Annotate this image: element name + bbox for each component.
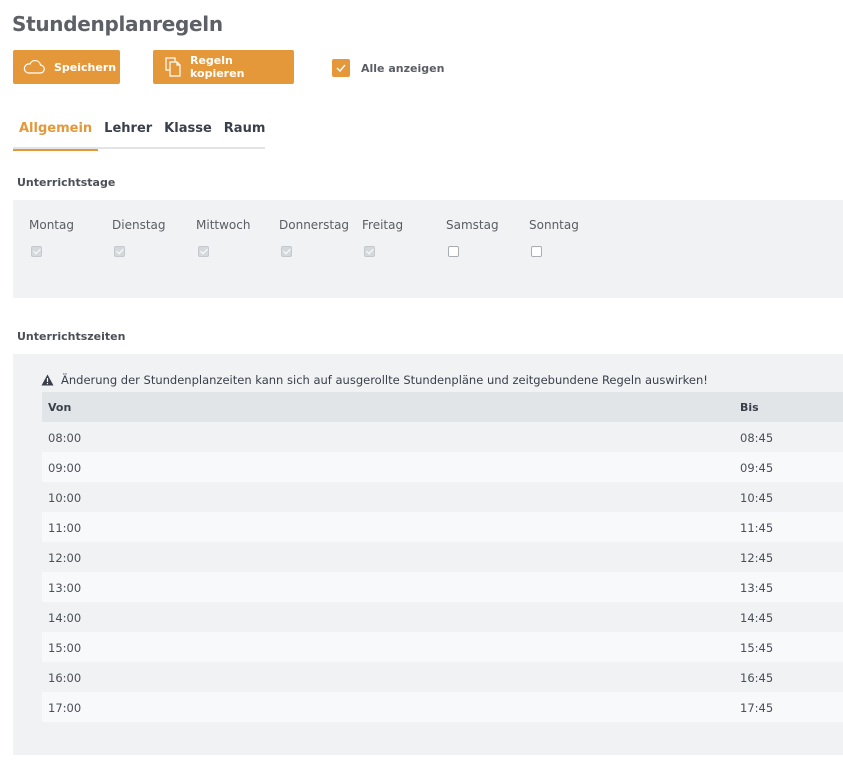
warning-message: Änderung der Stundenplanzeiten kann sich… <box>41 373 708 387</box>
tab-allgemein[interactable]: Allgemein <box>13 118 99 151</box>
column-header-bis: Bis <box>740 401 759 414</box>
day-checkbox[interactable] <box>448 246 459 257</box>
copy-rules-button[interactable]: Regeln kopieren <box>153 50 294 84</box>
show-all-checkbox[interactable] <box>332 59 350 77</box>
show-all-label: Alle anzeigen <box>361 61 445 75</box>
table-row[interactable]: 10:00 10:45 <box>42 482 843 512</box>
day-samstag: Samstag <box>446 218 499 257</box>
save-button-label: Speichern <box>54 60 117 74</box>
time-from: 11:00 <box>48 521 82 535</box>
day-label: Montag <box>29 218 74 232</box>
time-from: 16:00 <box>48 671 82 685</box>
warning-text: Änderung der Stundenplanzeiten kann sich… <box>61 373 708 387</box>
time-from: 10:00 <box>48 491 82 505</box>
day-montag: Montag <box>29 218 74 257</box>
copy-icon <box>165 57 181 77</box>
time-from: 13:00 <box>48 581 82 595</box>
table-row[interactable]: 13:00 13:45 <box>42 572 843 602</box>
time-to: 15:45 <box>740 641 774 655</box>
teaching-days-heading: Unterrichtstage <box>17 176 116 189</box>
time-from: 17:00 <box>48 701 82 715</box>
day-freitag: Freitag <box>362 218 404 257</box>
copy-rules-button-label: Regeln kopieren <box>190 54 245 80</box>
tab-lehrer[interactable]: Lehrer <box>98 118 158 149</box>
time-from: 09:00 <box>48 461 82 475</box>
time-from: 08:00 <box>48 431 82 445</box>
time-to: 16:45 <box>740 671 774 685</box>
time-to: 14:45 <box>740 611 774 625</box>
day-label: Dienstag <box>112 218 166 232</box>
column-header-von: Von <box>48 401 72 414</box>
day-label: Freitag <box>362 218 404 232</box>
tab-bar: Allgemein Lehrer Klasse Raum <box>13 118 265 151</box>
day-checkbox[interactable] <box>114 246 125 257</box>
day-checkbox[interactable] <box>31 246 42 257</box>
day-checkbox[interactable] <box>531 246 542 257</box>
times-table: Von Bis 08:00 08:45 09:00 09:45 10:00 10… <box>42 392 843 722</box>
time-to: 11:45 <box>740 521 774 535</box>
time-from: 15:00 <box>48 641 82 655</box>
table-row[interactable]: 15:00 15:45 <box>42 632 843 662</box>
check-icon <box>336 64 346 72</box>
day-checkbox[interactable] <box>281 246 292 257</box>
table-row[interactable]: 17:00 17:45 <box>42 692 843 722</box>
cloud-icon <box>23 60 45 74</box>
teaching-times-panel: Änderung der Stundenplanzeiten kann sich… <box>13 354 843 755</box>
time-from: 12:00 <box>48 551 82 565</box>
time-to: 10:45 <box>740 491 774 505</box>
save-button[interactable]: Speichern <box>13 50 120 84</box>
time-from: 14:00 <box>48 611 82 625</box>
warning-icon <box>41 374 54 386</box>
teaching-days-panel: Montag Dienstag Mittwoch Donnerstag Frei… <box>13 200 843 298</box>
page-title: Stundenplanregeln <box>12 12 223 36</box>
table-row[interactable]: 09:00 09:45 <box>42 452 843 482</box>
day-label: Samstag <box>446 218 499 232</box>
time-to: 17:45 <box>740 701 774 715</box>
time-to: 13:45 <box>740 581 774 595</box>
day-sonntag: Sonntag <box>529 218 579 257</box>
day-mittwoch: Mittwoch <box>196 218 251 257</box>
day-checkbox[interactable] <box>198 246 209 257</box>
day-label: Sonntag <box>529 218 579 232</box>
table-row[interactable]: 12:00 12:45 <box>42 542 843 572</box>
day-label: Donnerstag <box>279 218 350 232</box>
teaching-times-heading: Unterrichtszeiten <box>17 330 126 343</box>
day-label: Mittwoch <box>196 218 251 232</box>
tab-klasse[interactable]: Klasse <box>158 118 218 149</box>
table-row[interactable]: 08:00 08:45 <box>42 422 843 452</box>
time-to: 09:45 <box>740 461 774 475</box>
table-row[interactable]: 14:00 14:45 <box>42 602 843 632</box>
table-row[interactable]: 16:00 16:45 <box>42 662 843 692</box>
time-to: 08:45 <box>740 431 774 445</box>
time-to: 12:45 <box>740 551 774 565</box>
table-row[interactable]: 11:00 11:45 <box>42 512 843 542</box>
day-dienstag: Dienstag <box>112 218 166 257</box>
tab-raum[interactable]: Raum <box>218 118 272 149</box>
day-donnerstag: Donnerstag <box>279 218 350 257</box>
show-all-toggle[interactable]: Alle anzeigen <box>332 59 444 77</box>
table-header-row: Von Bis <box>42 392 843 422</box>
day-checkbox[interactable] <box>364 246 375 257</box>
